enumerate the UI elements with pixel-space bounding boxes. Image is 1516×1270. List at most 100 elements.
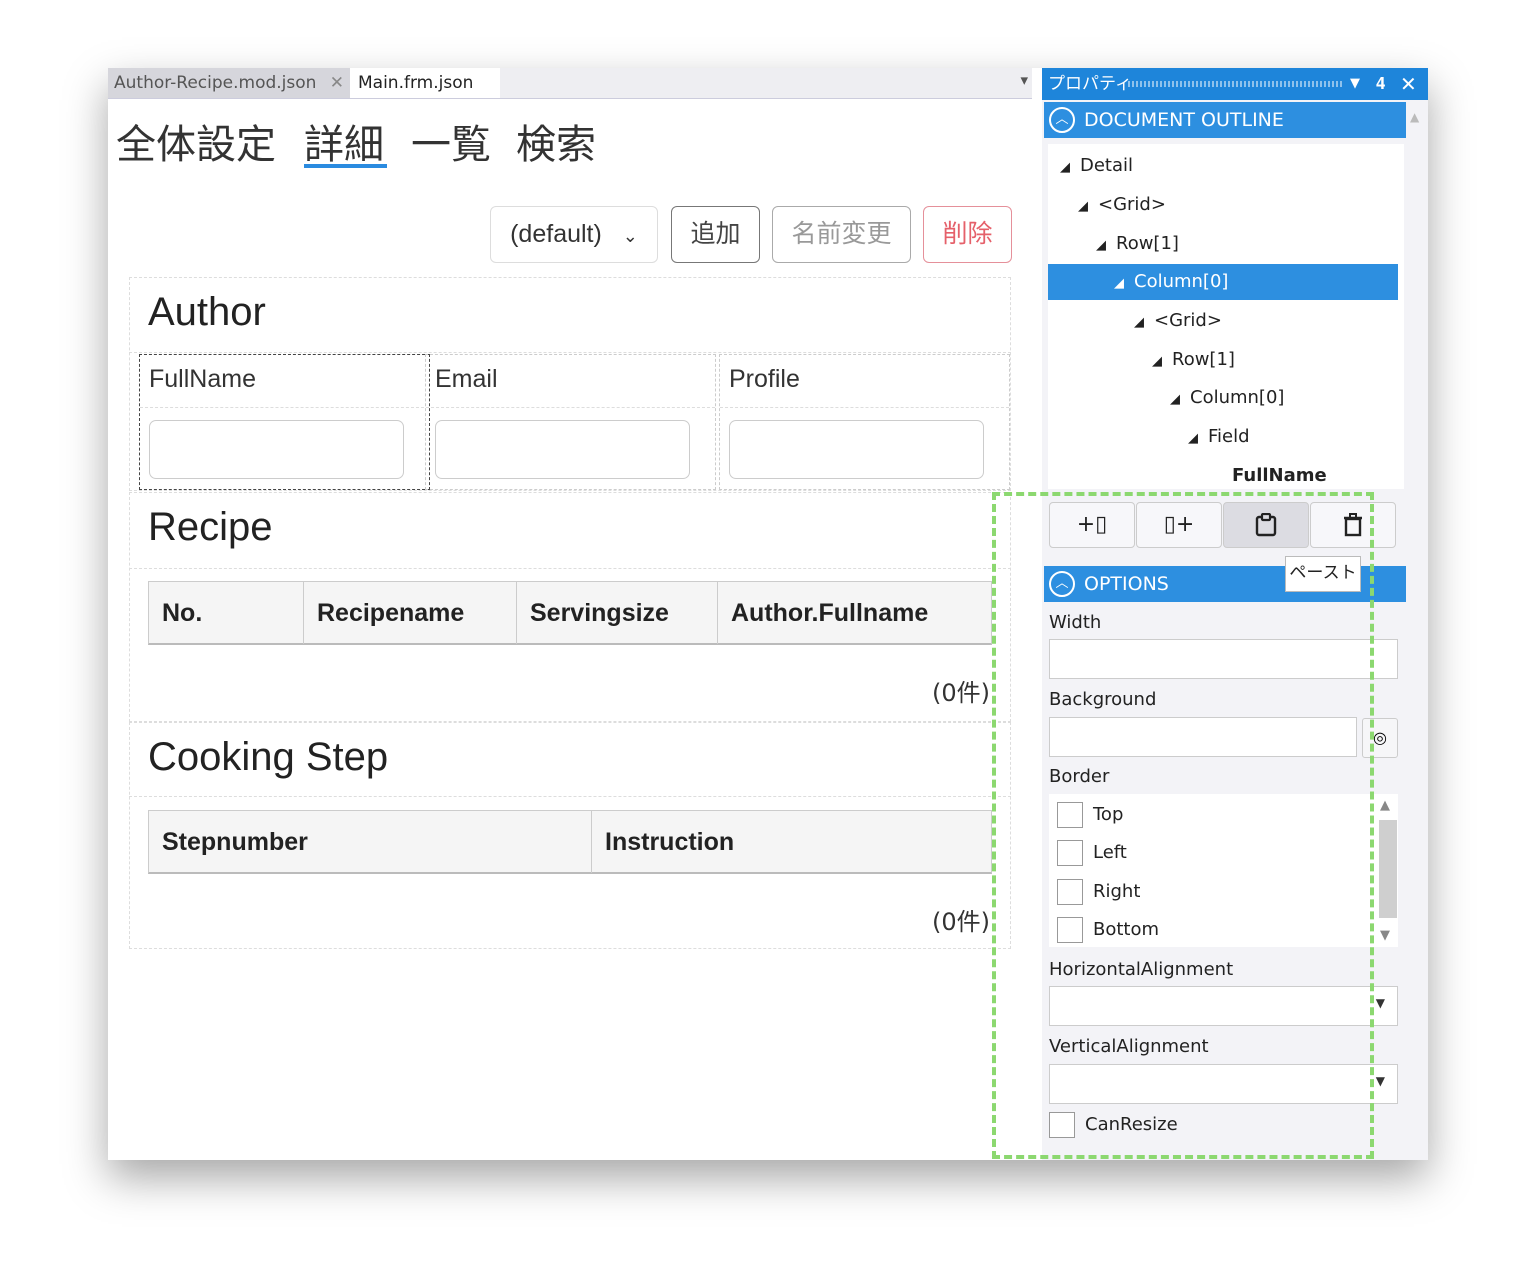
expand-arrow-icon[interactable]: ◢ [1078, 199, 1088, 214]
border-list-scrollbar[interactable]: ▲ ▼ [1378, 794, 1398, 947]
tree-node[interactable]: ◢ Row[1] [1152, 342, 1235, 378]
nav-active-underline [304, 164, 387, 168]
tree-node[interactable]: ◢ Column[0] [1170, 380, 1284, 416]
close-icon[interactable]: ✕ [330, 68, 344, 98]
expand-arrow-icon[interactable]: ◢ [1060, 160, 1070, 175]
delete-field-button[interactable] [1310, 502, 1396, 548]
column-header[interactable]: Recipename [304, 582, 517, 644]
palette-icon: ◎ [1373, 728, 1387, 747]
scroll-down-icon[interactable]: ▼ [1380, 928, 1390, 943]
tree-node[interactable]: ◢ <Grid> [1078, 187, 1166, 223]
profile-input[interactable] [729, 420, 984, 479]
column-header[interactable]: Author.Fullname [718, 582, 991, 644]
tree-node-label: Row[1] [1172, 349, 1235, 370]
tree-node-selected[interactable]: ◢ Column[0] [1048, 264, 1398, 300]
email-input[interactable] [435, 420, 690, 479]
tab-author-recipe[interactable]: Author-Recipe.mod.json ✕ [108, 68, 350, 98]
cooking-step-title: Cooking Step [148, 735, 389, 779]
nav-item-list[interactable]: 一覧 [411, 112, 491, 170]
field-cell-email[interactable]: Email [425, 354, 716, 490]
dropdown-icon[interactable]: ▼ [1350, 68, 1360, 100]
canresize-option[interactable]: CanResize [1049, 1112, 1178, 1142]
collapse-icon[interactable]: ︿ [1049, 571, 1075, 597]
checkbox[interactable] [1057, 917, 1083, 943]
insert-column-before-button[interactable]: +▯ [1049, 502, 1135, 548]
tree-node[interactable]: ◢ <Grid> [1134, 303, 1222, 339]
document-outline-header[interactable]: ︿ DOCUMENT OUTLINE [1044, 102, 1406, 138]
checkbox[interactable] [1057, 840, 1083, 866]
border-label: Border [1049, 766, 1110, 787]
scroll-up-icon[interactable]: ▲ [1380, 798, 1390, 813]
panel-title: プロパティ [1048, 74, 1132, 94]
tree-node-label: Column[0] [1190, 387, 1285, 408]
property-panel: プロパティ ▼ 𝟒 ✕ ︿ DOCUMENT OUTLINE ▲ ◢ Detail… [1042, 68, 1428, 1160]
border-bottom-option[interactable]: Bottom [1057, 917, 1159, 947]
field-cell-profile[interactable]: Profile [719, 354, 1010, 490]
delete-button[interactable]: 削除 [923, 206, 1012, 263]
border-top-option[interactable]: Top [1057, 802, 1123, 832]
option-label: CanResize [1085, 1114, 1178, 1135]
expand-arrow-icon[interactable]: ◢ [1152, 354, 1162, 369]
checkbox[interactable] [1057, 802, 1083, 828]
insert-column-after-button[interactable]: ▯+ [1136, 502, 1222, 548]
nav-item-detail[interactable]: 詳細 [304, 112, 384, 170]
horizontal-alignment-select[interactable]: ▼ [1049, 986, 1398, 1026]
fullname-input[interactable] [149, 420, 404, 479]
scroll-thumb[interactable] [1379, 820, 1397, 918]
close-icon[interactable]: ✕ [1400, 68, 1417, 100]
author-title: Author [148, 290, 266, 334]
chevron-down-icon: ⌄ [622, 226, 638, 246]
nav-item-search[interactable]: 検索 [516, 112, 596, 170]
paste-tooltip: ペースト [1285, 556, 1361, 592]
document-tab-bar: Author-Recipe.mod.json ✕ Main.frm.json ▾ [108, 68, 1032, 99]
divider [720, 407, 1009, 408]
column-header[interactable]: Instruction [592, 811, 991, 873]
tree-node[interactable]: ◢ Detail [1060, 148, 1133, 184]
section-title: DOCUMENT OUTLINE [1084, 109, 1284, 131]
checkbox[interactable] [1049, 1112, 1075, 1138]
tree-node-label: FullName [1232, 465, 1327, 486]
column-header[interactable]: Stepnumber [149, 811, 592, 873]
tab-overflow-icon[interactable]: ▾ [1020, 71, 1028, 89]
add-button[interactable]: 追加 [671, 206, 760, 263]
field-label: FullName [149, 365, 256, 393]
border-left-option[interactable]: Left [1057, 840, 1127, 870]
column-header[interactable]: Servingsize [517, 582, 718, 644]
expand-arrow-icon[interactable]: ◢ [1134, 315, 1144, 330]
checkbox[interactable] [1057, 879, 1083, 905]
expand-arrow-icon[interactable]: ◢ [1170, 392, 1180, 407]
tree-node[interactable]: ◢ Row[1] [1096, 226, 1179, 262]
option-label: Right [1093, 881, 1141, 902]
option-label: Left [1093, 842, 1127, 863]
field-label: Email [435, 365, 498, 393]
column-header[interactable]: No. [149, 582, 304, 644]
pin-icon[interactable]: 𝟒 [1376, 68, 1385, 100]
delete-icon [1344, 513, 1362, 537]
expand-arrow-icon[interactable]: ◢ [1114, 276, 1124, 291]
expand-arrow-icon[interactable]: ◢ [1096, 238, 1106, 253]
tab-main-frm[interactable]: Main.frm.json [350, 68, 500, 98]
width-input[interactable] [1049, 639, 1398, 679]
expand-arrow-icon[interactable]: ◢ [1188, 431, 1198, 446]
panel-title-bar: プロパティ ▼ 𝟒 ✕ [1042, 68, 1428, 100]
nav-item-global-settings[interactable]: 全体設定 [116, 112, 276, 170]
paste-icon [1255, 512, 1277, 537]
grip[interactable] [1128, 81, 1342, 87]
panel-scrollbar[interactable]: ▲ [1406, 104, 1428, 494]
field-label: Profile [729, 365, 800, 393]
paste-button[interactable] [1223, 502, 1309, 548]
collapse-icon[interactable]: ︿ [1049, 107, 1075, 133]
rename-button[interactable]: 名前変更 [772, 206, 911, 263]
app-window: Author-Recipe.mod.json ✕ Main.frm.json ▾… [108, 68, 1428, 1160]
tree-node[interactable]: ◢ Field [1188, 419, 1250, 455]
field-cell-fullname[interactable]: FullName [139, 354, 430, 490]
color-picker-button[interactable]: ◎ [1362, 718, 1398, 758]
divider [426, 407, 715, 408]
variant-select[interactable]: (default) ⌄ [490, 206, 658, 263]
tree-node[interactable]: FullName [1232, 458, 1327, 494]
scroll-up-icon[interactable]: ▲ [1410, 110, 1419, 124]
background-input[interactable] [1049, 717, 1357, 757]
tree-node-label: Row[1] [1116, 233, 1179, 254]
border-right-option[interactable]: Right [1057, 879, 1140, 909]
vertical-alignment-select[interactable]: ▼ [1049, 1064, 1398, 1104]
